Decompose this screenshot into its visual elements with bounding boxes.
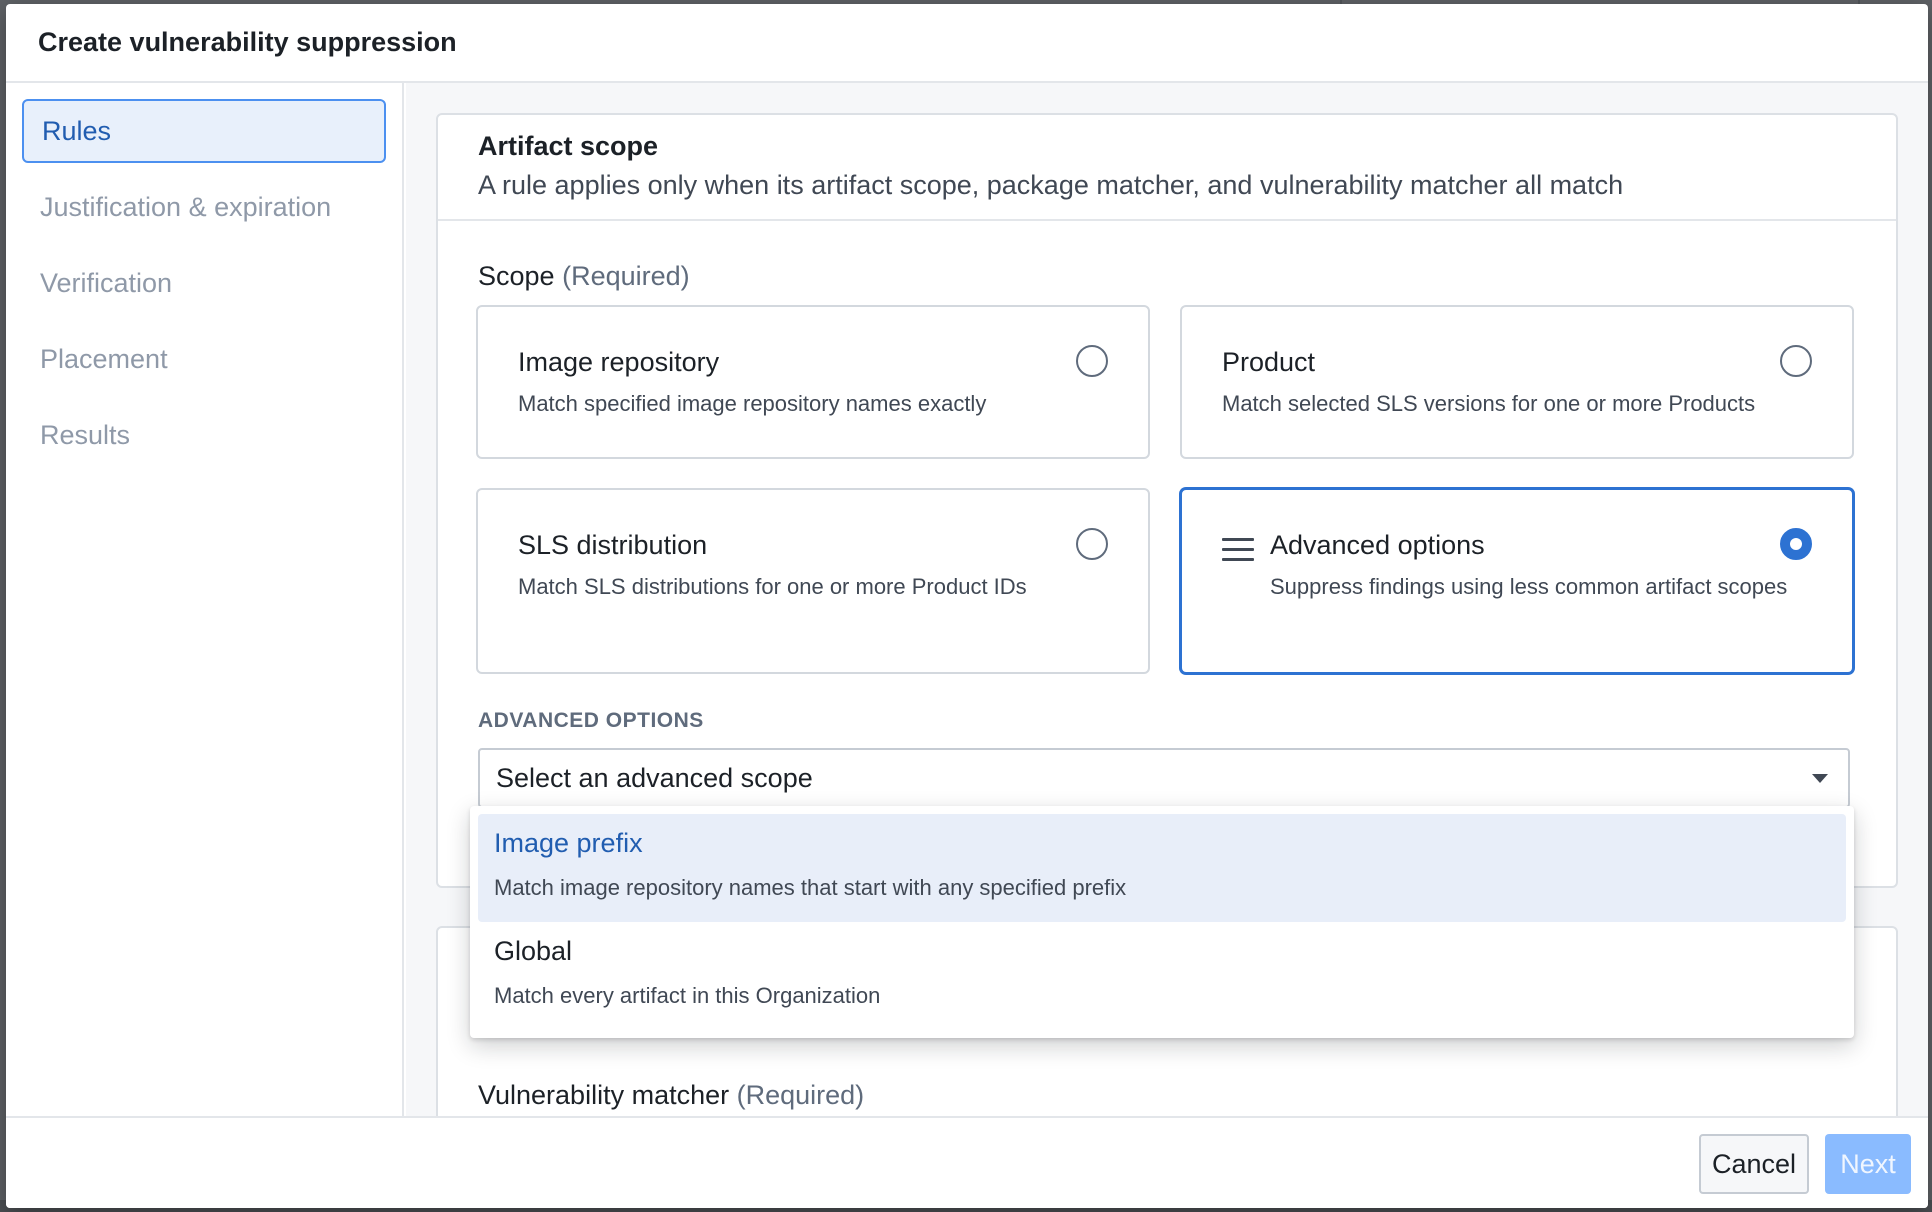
scope-option-sls-distribution[interactable]: SLS distribution Match SLS distributions… — [476, 488, 1150, 674]
dropdown-item-description: Match image repository names that start … — [494, 875, 1127, 900]
dropdown-item-description: Match every artifact in this Organizatio… — [494, 983, 881, 1008]
step-verification[interactable]: Verification — [22, 251, 386, 315]
option-description: Suppress findings using less common arti… — [1270, 574, 1788, 599]
dropdown-item-title: Image prefix — [494, 828, 643, 858]
next-button[interactable]: Next — [1825, 1134, 1911, 1194]
vulnerability-matcher-text: Vulnerability matcher — [478, 1080, 730, 1110]
option-body: Advanced options Suppress findings using… — [1222, 530, 1812, 602]
radio-button-selected[interactable] — [1780, 528, 1812, 560]
advanced-scope-dropdown-menu: Image prefix Match image repository name… — [470, 806, 1854, 1038]
step-justification-expiration[interactable]: Justification & expiration — [22, 175, 386, 239]
option-description: Match specified image repository names e… — [518, 391, 987, 416]
menu-icon — [1222, 538, 1254, 562]
dropdown-item-title: Global — [494, 936, 573, 966]
scope-option-image-repository[interactable]: Image repository Match specified image r… — [476, 305, 1150, 459]
wizard-steps-sidebar: Rules Justification & expiration Verific… — [6, 83, 404, 1116]
vulnerability-matcher-label: Vulnerability matcher (Required) — [478, 1080, 864, 1111]
dialog-header: Create vulnerability suppression — [6, 4, 1928, 83]
advanced-scope-select[interactable]: Select an advanced scope — [478, 748, 1850, 808]
option-title: SLS distribution — [518, 530, 708, 560]
caret-down-icon — [1812, 774, 1828, 783]
scope-option-advanced-options[interactable]: Advanced options Suppress findings using… — [1180, 488, 1854, 674]
scope-option-product[interactable]: Product Match selected SLS versions for … — [1180, 305, 1854, 459]
required-marker: (Required) — [736, 1080, 865, 1110]
option-title: Advanced options — [1270, 530, 1485, 560]
radio-button[interactable] — [1076, 528, 1108, 560]
required-marker: (Required) — [562, 261, 690, 291]
advanced-options-label: ADVANCED OPTIONS — [478, 709, 704, 732]
option-title: Image repository — [518, 347, 720, 377]
dropdown-item-global[interactable]: Global Match every artifact in this Orga… — [478, 922, 1846, 1030]
radio-button[interactable] — [1076, 345, 1108, 377]
dialog-footer: Cancel Next — [6, 1116, 1928, 1208]
artifact-scope-card: Artifact scope A rule applies only when … — [436, 113, 1898, 888]
dialog-title: Create vulnerability suppression — [38, 27, 457, 57]
step-placement[interactable]: Placement — [22, 327, 386, 391]
option-description: Match selected SLS versions for one or m… — [1222, 391, 1756, 416]
option-description: Match SLS distributions for one or more … — [518, 574, 1027, 599]
step-rules[interactable]: Rules — [22, 99, 386, 163]
dropdown-item-image-prefix[interactable]: Image prefix Match image repository name… — [478, 814, 1846, 922]
select-value: Select an advanced scope — [496, 762, 813, 793]
step-results[interactable]: Results — [22, 403, 386, 467]
artifact-scope-subtitle: A rule applies only when its artifact sc… — [478, 170, 1624, 200]
scope-field-label: Scope (Required) — [478, 261, 690, 292]
artifact-scope-header: Artifact scope A rule applies only when … — [438, 115, 1896, 221]
artifact-scope-title: Artifact scope — [478, 131, 659, 161]
radio-button[interactable] — [1780, 345, 1812, 377]
cancel-button[interactable]: Cancel — [1699, 1134, 1809, 1194]
option-title: Product — [1222, 347, 1316, 377]
scope-label-text: Scope — [478, 261, 555, 291]
